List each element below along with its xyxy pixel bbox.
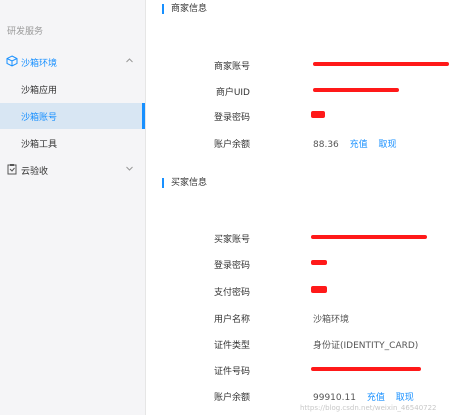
merchant-account-row: 商家账号 bbox=[146, 59, 474, 73]
redaction-mark bbox=[313, 88, 399, 92]
redaction-mark bbox=[311, 111, 325, 118]
merchant-password-row: 登录密码 bbox=[146, 110, 474, 124]
sidebar-item-label: 沙箱应用 bbox=[21, 86, 58, 96]
buyer-balance-value: 99910.11 bbox=[313, 393, 356, 403]
sidebar-group-label: 云验收 bbox=[21, 167, 49, 177]
field-label: 用户名称 bbox=[213, 315, 250, 325]
chevron-down-icon bbox=[125, 164, 134, 176]
buyer-pay-password-row: 支付密码 bbox=[146, 285, 474, 299]
merchant-section-title: 商家信息 bbox=[162, 4, 207, 14]
sidebar-item-label: 沙箱账号 bbox=[21, 113, 58, 123]
redaction-mark bbox=[311, 260, 327, 265]
buyer-login-password-row: 登录密码 bbox=[146, 258, 474, 272]
merchant-withdraw-link[interactable]: 取现 bbox=[379, 140, 397, 150]
merchant-balance-value: 88.36 bbox=[313, 140, 339, 150]
field-label: 证件类型 bbox=[213, 341, 250, 351]
buyer-balance-row: 账户余额 99910.11 充值 取现 bbox=[146, 390, 474, 404]
redaction-mark bbox=[311, 286, 327, 293]
field-label: 商户UID bbox=[215, 88, 250, 98]
field-label: 支付密码 bbox=[213, 288, 250, 298]
cube-icon bbox=[6, 55, 18, 70]
sidebar-group-label: 沙箱环境 bbox=[21, 59, 58, 69]
redaction-mark bbox=[311, 367, 421, 371]
sidebar-section-title: 研发服务 bbox=[7, 27, 44, 37]
field-label: 登录密码 bbox=[213, 261, 250, 271]
field-label: 账户余额 bbox=[213, 140, 250, 150]
redaction-mark bbox=[313, 62, 449, 66]
clipboard-icon bbox=[6, 163, 18, 178]
buyer-id-type-value: 身份证(IDENTITY_CARD) bbox=[313, 341, 419, 351]
buyer-section-title: 买家信息 bbox=[162, 178, 207, 188]
field-label: 登录密码 bbox=[213, 113, 250, 123]
chevron-up-icon bbox=[125, 56, 134, 68]
merchant-balance-row: 账户余额 88.36 充值 取现 bbox=[146, 137, 474, 151]
sidebar-item-sandbox-app[interactable]: 沙箱应用 bbox=[0, 76, 145, 102]
field-label: 账户余额 bbox=[213, 393, 250, 403]
buyer-withdraw-link[interactable]: 取现 bbox=[396, 393, 414, 403]
sidebar-item-sandbox-account[interactable]: 沙箱账号 bbox=[0, 103, 145, 129]
merchant-recharge-link[interactable]: 充值 bbox=[350, 140, 368, 150]
field-label: 商家账号 bbox=[213, 62, 250, 72]
buyer-username-value: 沙箱环境 bbox=[313, 315, 350, 325]
buyer-recharge-link[interactable]: 充值 bbox=[367, 393, 385, 403]
buyer-id-type-row: 证件类型 身份证(IDENTITY_CARD) bbox=[146, 338, 474, 352]
sidebar-group-sandbox[interactable]: 沙箱环境 bbox=[0, 49, 145, 75]
watermark: https://blog.csdn.net/weixin_46540722 bbox=[300, 404, 437, 412]
redaction-mark bbox=[311, 235, 427, 239]
sidebar: 研发服务 沙箱环境 沙箱应用 沙箱账号 沙箱工具 云验收 bbox=[0, 0, 146, 415]
main-content: 商家信息 商家账号 商户UID 登录密码 账户余额 88.36 充值 取现 买家… bbox=[146, 0, 474, 415]
balance-value-group: 99910.11 充值 取现 bbox=[313, 390, 414, 403]
buyer-account-row: 买家账号 bbox=[146, 232, 474, 246]
balance-value-group: 88.36 充值 取现 bbox=[313, 137, 397, 150]
sidebar-item-label: 沙箱工具 bbox=[21, 140, 58, 150]
field-label: 买家账号 bbox=[213, 235, 250, 245]
buyer-id-number-row: 证件号码 bbox=[146, 364, 474, 378]
buyer-username-row: 用户名称 沙箱环境 bbox=[146, 312, 474, 326]
merchant-uid-row: 商户UID bbox=[146, 85, 474, 99]
sidebar-item-sandbox-tools[interactable]: 沙箱工具 bbox=[0, 130, 145, 156]
field-label: 证件号码 bbox=[213, 367, 250, 377]
sidebar-group-cloud-acceptance[interactable]: 云验收 bbox=[0, 157, 145, 183]
